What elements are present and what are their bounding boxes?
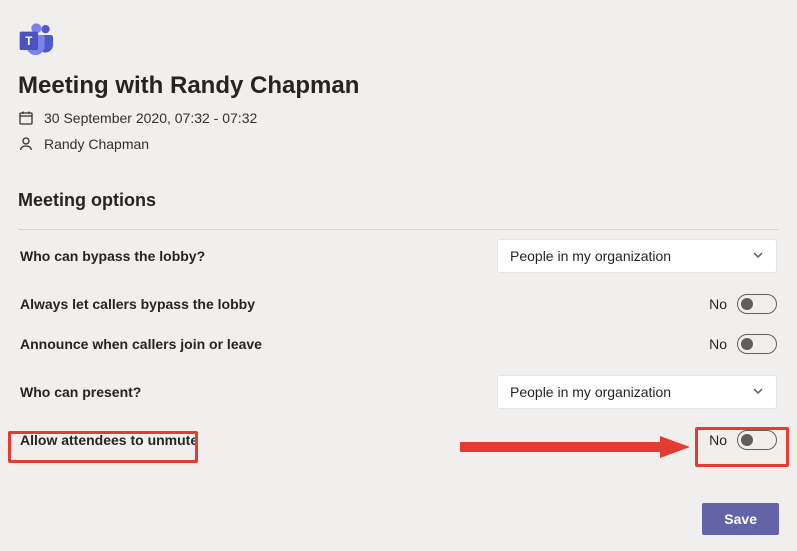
person-icon [18,136,34,152]
meeting-organizer-row: Randy Chapman [18,136,779,152]
divider [18,229,779,230]
teams-logo: T [18,16,66,64]
option-announce-label: Announce when callers join or leave [20,336,262,352]
bypass-lobby-select[interactable]: People in my organization [497,239,777,273]
meeting-organizer: Randy Chapman [44,136,149,152]
option-announce: Announce when callers join or leave No [18,324,779,364]
option-unmute-label: Allow attendees to unmute [20,432,198,448]
bypass-lobby-selected: People in my organization [510,248,671,264]
option-bypass-lobby-label: Who can bypass the lobby? [20,248,205,264]
option-unmute: Allow attendees to unmute No [18,420,779,460]
section-heading: Meeting options [18,190,779,211]
presenters-selected: People in my organization [510,384,671,400]
save-button[interactable]: Save [702,503,779,535]
meeting-datetime-row: 30 September 2020, 07:32 - 07:32 [18,110,779,126]
callers-bypass-toggle[interactable] [737,294,777,314]
announce-toggle[interactable] [737,334,777,354]
option-callers-bypass-label: Always let callers bypass the lobby [20,296,255,312]
meeting-title: Meeting with Randy Chapman [18,72,779,100]
chevron-down-icon [752,384,764,400]
callers-bypass-state: No [709,296,727,312]
option-presenters-label: Who can present? [20,384,141,400]
option-bypass-lobby: Who can bypass the lobby? People in my o… [18,236,779,276]
option-callers-bypass: Always let callers bypass the lobby No [18,284,779,324]
presenters-select[interactable]: People in my organization [497,375,777,409]
chevron-down-icon [752,248,764,264]
option-presenters: Who can present? People in my organizati… [18,372,779,412]
unmute-toggle[interactable] [737,430,777,450]
calendar-icon [18,110,34,126]
meeting-datetime: 30 September 2020, 07:32 - 07:32 [44,110,257,126]
unmute-state: No [709,432,727,448]
svg-text:T: T [25,35,32,48]
announce-state: No [709,336,727,352]
